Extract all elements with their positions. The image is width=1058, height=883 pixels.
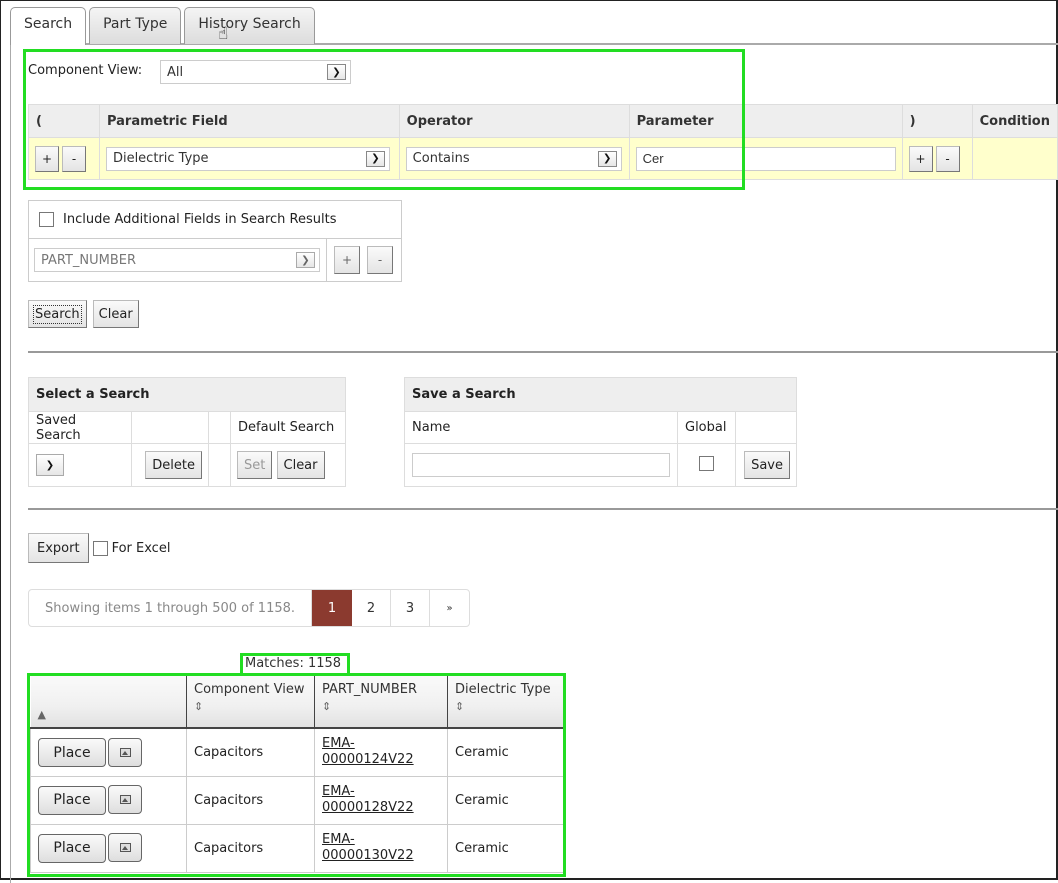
criteria-row: +- Dielectric Type ❯ Contains ❯ +- <box>28 137 1058 180</box>
saved-search-label: Saved Search <box>28 411 132 444</box>
component-view-label: Component View: <box>28 63 143 78</box>
results-table: ▲ Component View ⇕ PART_NUMBER ⇕ Dielectri… <box>30 676 564 873</box>
dielectric-type-cell: Ceramic <box>447 824 564 873</box>
clear-button[interactable]: Clear <box>92 300 139 328</box>
tab-history-search[interactable]: History Search <box>184 7 315 44</box>
sort-icon: ⇕ <box>455 700 465 713</box>
sort-icon: ⇕ <box>194 700 204 713</box>
set-default-button[interactable]: Set <box>237 451 273 479</box>
page-3-button[interactable]: 3 <box>391 590 431 626</box>
component-view-select[interactable]: All ❯ <box>160 60 351 84</box>
name-label: Name <box>404 411 678 444</box>
global-checkbox[interactable] <box>699 455 714 471</box>
sort-asc-icon: ▲ <box>37 708 46 721</box>
chevron-down-icon: ❯ <box>365 150 385 167</box>
col-dielectric-type[interactable]: Dielectric Type ⇕ <box>447 676 564 729</box>
col-component-view[interactable]: Component View ⇕ <box>186 676 315 729</box>
additional-field-value: PART_NUMBER <box>41 252 137 268</box>
divider <box>28 351 1058 353</box>
condition-cell <box>971 137 1058 180</box>
col-open-paren: ( <box>28 104 100 138</box>
delete-search-button[interactable]: Delete <box>145 451 202 479</box>
search-button[interactable]: Search <box>28 300 87 328</box>
operator-select[interactable]: Contains ❯ <box>405 146 622 171</box>
part-number-link[interactable]: EMA- 00000130V22 <box>322 832 414 864</box>
place-button[interactable]: Place <box>38 785 106 815</box>
sort-icon: ⇕ <box>322 700 332 713</box>
export-button[interactable]: Export <box>28 533 89 563</box>
col-parameter: Parameter <box>628 104 903 138</box>
chevron-down-icon: ❯ <box>296 252 315 268</box>
include-additional-fields-label: Include Additional Fields in Search Resu… <box>63 212 337 227</box>
page-1-button[interactable]: 1 <box>312 590 353 626</box>
table-row: Place Capacitors EMA- 00000130V22 Ceramic <box>30 824 564 873</box>
table-row: Place Capacitors EMA- 00000124V22 Ceramic <box>30 728 564 777</box>
select-search-title: Select a Search <box>28 377 346 412</box>
global-label: Global <box>677 411 736 444</box>
remove-field-button[interactable]: - <box>367 246 393 274</box>
tab-panel-border <box>10 43 11 883</box>
criteria-table: ( Parametric Field Operator Parameter ) … <box>28 104 1058 180</box>
select-search-panel: Select a Search Saved Search Default Sea… <box>28 377 346 487</box>
search-name-input[interactable] <box>412 453 670 477</box>
col-condition: Condition <box>971 104 1058 138</box>
col-part-number[interactable]: PART_NUMBER ⇕ <box>314 676 448 729</box>
clear-default-button[interactable]: Clear <box>276 451 325 479</box>
image-button[interactable] <box>108 833 142 863</box>
tab-search[interactable]: Search <box>10 7 87 45</box>
pagination: Showing items 1 through 500 of 1158. 1 2… <box>28 589 471 627</box>
matches-count: Matches: 1158 <box>245 656 342 671</box>
image-button[interactable] <box>108 785 142 815</box>
image-button[interactable] <box>108 737 142 767</box>
part-number-link[interactable]: EMA- 00000128V22 <box>322 784 414 816</box>
place-button[interactable]: Place <box>38 738 106 767</box>
image-icon <box>119 747 131 757</box>
parameter-input[interactable] <box>635 146 896 171</box>
chevron-down-icon: ❯ <box>597 150 617 167</box>
saved-search-select[interactable]: ❯ <box>36 454 64 476</box>
chevron-down-icon: ❯ <box>327 64 346 80</box>
component-view-value: All <box>167 64 184 80</box>
save-search-title: Save a Search <box>404 377 797 412</box>
operator-value: Contains <box>412 151 470 166</box>
image-icon <box>119 795 131 805</box>
col-close-paren: ) <box>901 104 973 138</box>
add-field-button[interactable]: + <box>334 246 360 274</box>
col-actions[interactable]: ▲ <box>30 676 187 729</box>
divider <box>28 508 1058 510</box>
component-view-cell: Capacitors <box>186 824 315 873</box>
image-icon <box>119 843 131 853</box>
parametric-field-value: Dielectric Type <box>112 151 209 166</box>
add-close-paren-button[interactable]: + <box>908 145 933 172</box>
component-view-cell: Capacitors <box>186 728 315 777</box>
for-excel-checkbox[interactable] <box>92 540 108 556</box>
dielectric-type-cell: Ceramic <box>447 776 564 825</box>
hand-cursor-icon: ☝ <box>218 24 229 44</box>
remove-close-paren-button[interactable]: - <box>935 145 960 172</box>
next-pages-button[interactable]: » <box>430 590 469 626</box>
add-open-paren-button[interactable]: + <box>35 145 59 172</box>
additional-fields-panel: Include Additional Fields in Search Resu… <box>28 200 402 282</box>
place-button[interactable]: Place <box>38 833 106 863</box>
pagination-info: Showing items 1 through 500 of 1158. <box>29 590 313 626</box>
col-parametric-field: Parametric Field <box>98 104 400 138</box>
page-2-button[interactable]: 2 <box>352 590 392 626</box>
save-search-button[interactable]: Save <box>744 451 790 479</box>
additional-field-select[interactable]: PART_NUMBER ❯ <box>34 248 320 272</box>
dielectric-type-cell: Ceramic <box>447 728 564 777</box>
include-additional-fields-checkbox[interactable] <box>39 212 54 227</box>
remove-open-paren-button[interactable]: - <box>62 145 86 172</box>
tab-bar: Search Part Type History Search <box>10 7 315 45</box>
part-number-link[interactable]: EMA- 00000124V22 <box>322 736 414 768</box>
table-row: Place Capacitors EMA- 00000128V22 Ceramic <box>30 776 564 825</box>
for-excel-label: For Excel <box>111 540 171 556</box>
parametric-field-select[interactable]: Dielectric Type ❯ <box>105 146 390 171</box>
tab-part-type[interactable]: Part Type <box>89 7 182 44</box>
default-search-label: Default Search <box>230 411 346 444</box>
save-search-panel: Save a Search Name Global Save <box>404 377 797 487</box>
col-operator: Operator <box>398 104 630 138</box>
component-view-cell: Capacitors <box>186 776 315 825</box>
